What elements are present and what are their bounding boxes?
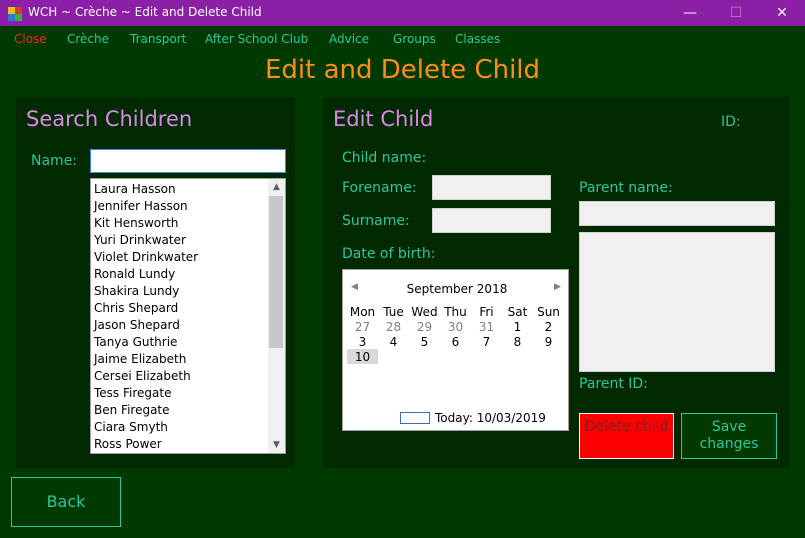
calendar-day[interactable]: 6 — [440, 335, 471, 349]
calendar-day[interactable]: 27 — [347, 320, 378, 334]
list-item[interactable]: Violet Drinkwater — [94, 249, 198, 266]
surname-label: Surname: — [342, 213, 410, 229]
menu-item-after-school-club[interactable]: After School Club — [205, 32, 308, 46]
maximize-button[interactable]: ☐ — [713, 0, 759, 26]
forename-field[interactable] — [432, 175, 551, 200]
calendar-day[interactable]: 3 — [347, 335, 378, 349]
calendar-day[interactable]: 4 — [378, 335, 409, 349]
calendar-weekday: Tue — [383, 305, 404, 319]
calendar-weekday: Sun — [537, 305, 560, 319]
calendar-weekday: Sat — [507, 305, 528, 319]
search-panel-title: Search Children — [26, 107, 193, 131]
calendar-day[interactable]: 28 — [378, 320, 409, 334]
list-item[interactable]: Chris Shepard — [94, 300, 178, 317]
menu-item-creche[interactable]: Crèche — [67, 32, 109, 46]
calendar-weekday: Fri — [479, 305, 494, 319]
close-icon: ✕ — [776, 5, 788, 21]
calendar-day[interactable]: 31 — [471, 320, 502, 334]
list-item[interactable]: Jaime Elizabeth — [94, 351, 186, 368]
menu-item-advice[interactable]: Advice — [329, 32, 369, 46]
calendar-day[interactable]: 30 — [440, 320, 471, 334]
list-item[interactable]: Ben Firegate — [94, 402, 170, 419]
list-item[interactable]: Jason Shepard — [94, 317, 180, 334]
scroll-thumb[interactable] — [269, 196, 283, 348]
back-button[interactable]: Back — [11, 477, 121, 527]
list-item[interactable]: Yuri Drinkwater — [94, 232, 186, 249]
calendar-day-selected[interactable]: 10 — [347, 350, 378, 364]
search-panel: Search Children Name: Laura Hasson Jenni… — [16, 97, 295, 468]
menu-item-groups[interactable]: Groups — [393, 32, 436, 46]
edit-panel-title: Edit Child — [333, 107, 434, 131]
app-icon — [8, 6, 22, 21]
delete-child-button[interactable]: Delete child — [579, 413, 674, 459]
calendar-day[interactable]: 5 — [409, 335, 440, 349]
calendar-next-icon[interactable]: ▶ — [554, 282, 561, 292]
child-name-label: Child name: — [342, 150, 427, 166]
list-item[interactable]: Ross Power — [94, 436, 162, 453]
menu-item-classes[interactable]: Classes — [455, 32, 500, 46]
calendar-day[interactable]: 29 — [409, 320, 440, 334]
list-item[interactable]: Ronald Lundy — [94, 266, 175, 283]
name-search-input[interactable] — [90, 149, 286, 173]
list-item[interactable]: Kit Hensworth — [94, 215, 178, 232]
calendar-month[interactable]: September 2018 — [343, 282, 571, 296]
calendar-weekday: Wed — [411, 305, 438, 319]
window-title: WCH ~ Crèche ~ Edit and Delete Child — [28, 5, 262, 19]
list-item[interactable]: Tess Firegate — [94, 385, 171, 402]
list-item[interactable]: Jennifer Hasson — [94, 198, 188, 215]
surname-field[interactable] — [432, 208, 551, 233]
list-item[interactable]: Ciara Smyth — [94, 419, 168, 436]
parent-list[interactable] — [579, 232, 775, 372]
list-item[interactable]: Laura Hasson — [94, 181, 176, 198]
scroll-up-icon[interactable]: ▲ — [268, 179, 285, 195]
minimize-icon: — — [683, 5, 697, 21]
calendar-day[interactable]: 1 — [502, 320, 533, 334]
dob-label: Date of birth: — [342, 246, 436, 262]
forename-label: Forename: — [342, 180, 417, 196]
menu-item-transport[interactable]: Transport — [130, 32, 186, 46]
calendar-weekday: Thu — [444, 305, 467, 319]
title-bar: WCH ~ Crèche ~ Edit and Delete Child — ☐… — [0, 0, 805, 26]
name-label: Name: — [31, 153, 78, 169]
minimize-button[interactable]: — — [667, 0, 713, 26]
calendar-day[interactable]: 7 — [471, 335, 502, 349]
list-scrollbar[interactable]: ▲ ▼ — [268, 179, 285, 453]
calendar-weekday: Mon — [349, 305, 376, 319]
id-label: ID: — [721, 114, 741, 130]
list-item[interactable]: Shakira Lundy — [94, 283, 179, 300]
parent-id-label: Parent ID: — [579, 376, 648, 392]
calendar-day[interactable]: 8 — [502, 335, 533, 349]
list-item[interactable]: Tanya Guthrie — [94, 334, 177, 351]
maximize-icon: ☐ — [729, 5, 743, 21]
parent-name-label: Parent name: — [579, 180, 673, 196]
today-marker-icon — [400, 412, 430, 424]
date-of-birth-calendar[interactable]: ◀ September 2018 ▶ Mon Tue Wed Thu Fri S… — [342, 269, 569, 431]
menu-item-close[interactable]: Close — [14, 32, 47, 46]
page-title: Edit and Delete Child — [264, 55, 541, 85]
children-list[interactable]: Laura Hasson Jennifer Hasson Kit Henswor… — [90, 178, 286, 454]
save-changes-button[interactable]: Save changes — [681, 413, 777, 459]
calendar-today[interactable]: Today: 10/03/2019 — [435, 411, 546, 425]
calendar-day[interactable]: 2 — [533, 320, 564, 334]
parent-name-field[interactable] — [579, 201, 775, 226]
list-item[interactable]: Cersei Elizabeth — [94, 368, 191, 385]
menu-bar: Close Crèche Transport After School Club… — [0, 32, 805, 50]
calendar-day[interactable]: 9 — [533, 335, 564, 349]
close-window-button[interactable]: ✕ — [759, 0, 805, 26]
scroll-down-icon[interactable]: ▼ — [268, 437, 285, 453]
